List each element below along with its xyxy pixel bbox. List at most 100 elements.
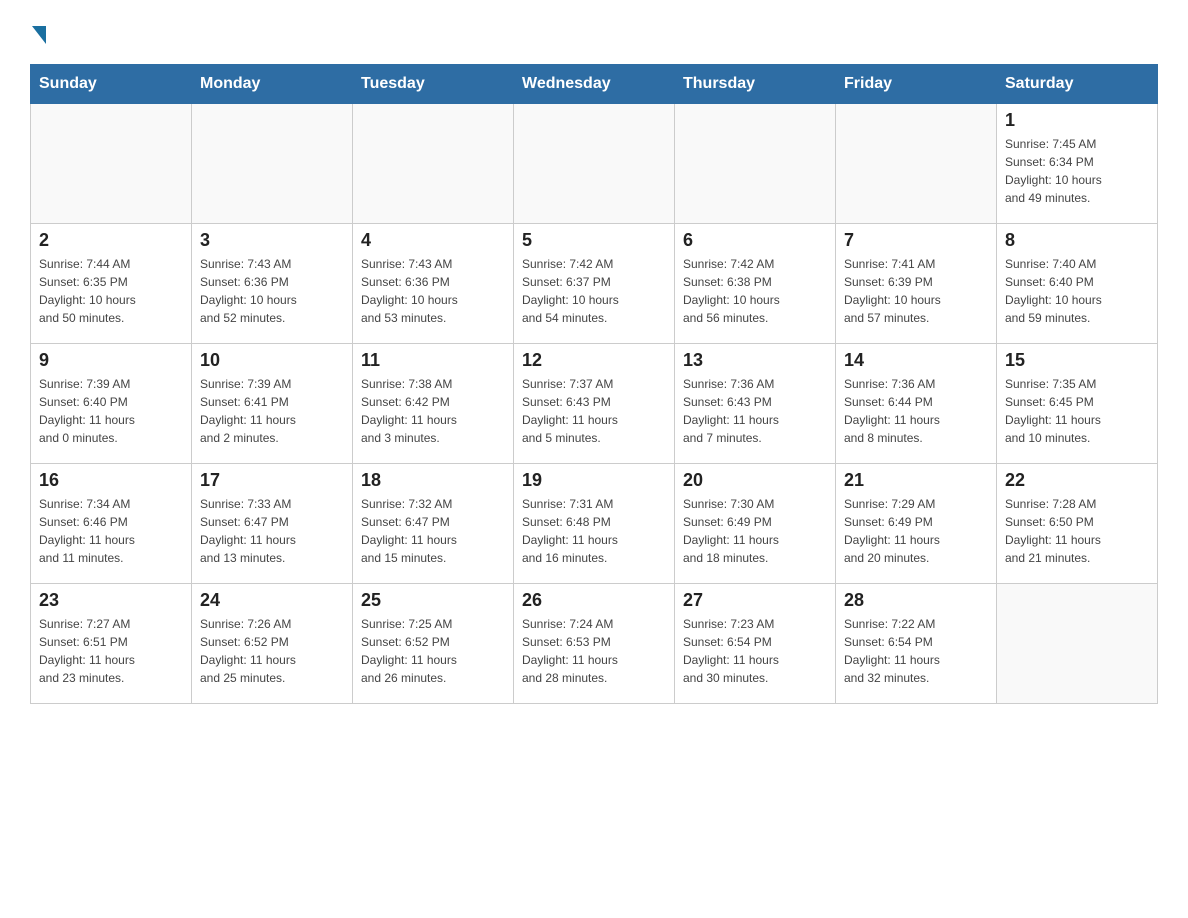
day-number: 25	[361, 590, 505, 611]
day-number: 17	[200, 470, 344, 491]
day-number: 1	[1005, 110, 1149, 131]
logo	[30, 20, 46, 44]
calendar-cell: 28 Sunrise: 7:22 AM Sunset: 6:54 PM Dayli…	[836, 584, 997, 704]
day-number: 27	[683, 590, 827, 611]
calendar-cell: 4 Sunrise: 7:43 AM Sunset: 6:36 PM Daylig…	[353, 224, 514, 344]
calendar-cell: 16 Sunrise: 7:34 AM Sunset: 6:46 PM Dayli…	[31, 464, 192, 584]
day-number: 13	[683, 350, 827, 371]
calendar-cell	[31, 104, 192, 224]
day-number: 28	[844, 590, 988, 611]
calendar-cell: 13 Sunrise: 7:36 AM Sunset: 6:43 PM Dayli…	[675, 344, 836, 464]
day-number: 12	[522, 350, 666, 371]
day-info: Sunrise: 7:35 AM Sunset: 6:45 PM Dayligh…	[1005, 375, 1149, 447]
weekday-header-saturday: Saturday	[997, 65, 1158, 104]
calendar-cell: 10 Sunrise: 7:39 AM Sunset: 6:41 PM Dayli…	[192, 344, 353, 464]
calendar-week-3: 9 Sunrise: 7:39 AM Sunset: 6:40 PM Daylig…	[31, 344, 1158, 464]
calendar-week-4: 16 Sunrise: 7:34 AM Sunset: 6:46 PM Dayli…	[31, 464, 1158, 584]
day-number: 16	[39, 470, 183, 491]
day-number: 18	[361, 470, 505, 491]
day-number: 5	[522, 230, 666, 251]
day-number: 3	[200, 230, 344, 251]
calendar-cell: 1 Sunrise: 7:45 AM Sunset: 6:34 PM Daylig…	[997, 104, 1158, 224]
day-info: Sunrise: 7:42 AM Sunset: 6:37 PM Dayligh…	[522, 255, 666, 327]
calendar-cell: 3 Sunrise: 7:43 AM Sunset: 6:36 PM Daylig…	[192, 224, 353, 344]
calendar-cell: 23Sunrise: 7:27 AM Sunset: 6:51 PM Dayli…	[31, 584, 192, 704]
calendar-cell: 9 Sunrise: 7:39 AM Sunset: 6:40 PM Daylig…	[31, 344, 192, 464]
calendar-cell: 21 Sunrise: 7:29 AM Sunset: 6:49 PM Dayli…	[836, 464, 997, 584]
weekday-header-row: SundayMondayTuesdayWednesdayThursdayFrid…	[31, 65, 1158, 104]
day-info: Sunrise: 7:34 AM Sunset: 6:46 PM Dayligh…	[39, 495, 183, 567]
day-info: Sunrise: 7:45 AM Sunset: 6:34 PM Dayligh…	[1005, 135, 1149, 207]
day-info: Sunrise: 7:36 AM Sunset: 6:43 PM Dayligh…	[683, 375, 827, 447]
calendar-cell: 24Sunrise: 7:26 AM Sunset: 6:52 PM Dayli…	[192, 584, 353, 704]
day-info: Sunrise: 7:23 AM Sunset: 6:54 PM Dayligh…	[683, 615, 827, 687]
calendar-cell	[353, 104, 514, 224]
day-number: 9	[39, 350, 183, 371]
calendar-cell: 2Sunrise: 7:44 AM Sunset: 6:35 PM Daylig…	[31, 224, 192, 344]
day-number: 7	[844, 230, 988, 251]
calendar-cell	[675, 104, 836, 224]
day-info: Sunrise: 7:25 AM Sunset: 6:52 PM Dayligh…	[361, 615, 505, 687]
day-info: Sunrise: 7:37 AM Sunset: 6:43 PM Dayligh…	[522, 375, 666, 447]
day-number: 15	[1005, 350, 1149, 371]
day-info: Sunrise: 7:24 AM Sunset: 6:53 PM Dayligh…	[522, 615, 666, 687]
logo-arrow-icon	[32, 26, 46, 44]
calendar-cell	[836, 104, 997, 224]
day-number: 11	[361, 350, 505, 371]
day-info: Sunrise: 7:39 AM Sunset: 6:40 PM Dayligh…	[39, 375, 183, 447]
calendar-cell: 6Sunrise: 7:42 AM Sunset: 6:38 PM Daylig…	[675, 224, 836, 344]
day-number: 22	[1005, 470, 1149, 491]
calendar-cell	[514, 104, 675, 224]
day-info: Sunrise: 7:36 AM Sunset: 6:44 PM Dayligh…	[844, 375, 988, 447]
calendar-cell: 19Sunrise: 7:31 AM Sunset: 6:48 PM Dayli…	[514, 464, 675, 584]
day-info: Sunrise: 7:29 AM Sunset: 6:49 PM Dayligh…	[844, 495, 988, 567]
day-info: Sunrise: 7:32 AM Sunset: 6:47 PM Dayligh…	[361, 495, 505, 567]
weekday-header-tuesday: Tuesday	[353, 65, 514, 104]
day-number: 21	[844, 470, 988, 491]
day-info: Sunrise: 7:42 AM Sunset: 6:38 PM Dayligh…	[683, 255, 827, 327]
day-number: 4	[361, 230, 505, 251]
calendar-cell: 12 Sunrise: 7:37 AM Sunset: 6:43 PM Dayli…	[514, 344, 675, 464]
day-number: 2	[39, 230, 183, 251]
calendar-cell: 25 Sunrise: 7:25 AM Sunset: 6:52 PM Dayli…	[353, 584, 514, 704]
calendar-cell: 8Sunrise: 7:40 AM Sunset: 6:40 PM Daylig…	[997, 224, 1158, 344]
calendar-week-2: 2Sunrise: 7:44 AM Sunset: 6:35 PM Daylig…	[31, 224, 1158, 344]
day-number: 8	[1005, 230, 1149, 251]
weekday-header-thursday: Thursday	[675, 65, 836, 104]
day-info: Sunrise: 7:43 AM Sunset: 6:36 PM Dayligh…	[200, 255, 344, 327]
calendar-cell: 18 Sunrise: 7:32 AM Sunset: 6:47 PM Dayli…	[353, 464, 514, 584]
day-info: Sunrise: 7:41 AM Sunset: 6:39 PM Dayligh…	[844, 255, 988, 327]
weekday-header-sunday: Sunday	[31, 65, 192, 104]
day-info: Sunrise: 7:28 AM Sunset: 6:50 PM Dayligh…	[1005, 495, 1149, 567]
calendar-cell: 14 Sunrise: 7:36 AM Sunset: 6:44 PM Dayli…	[836, 344, 997, 464]
day-number: 10	[200, 350, 344, 371]
calendar-cell: 20 Sunrise: 7:30 AM Sunset: 6:49 PM Dayli…	[675, 464, 836, 584]
calendar-cell: 26 Sunrise: 7:24 AM Sunset: 6:53 PM Dayli…	[514, 584, 675, 704]
day-info: Sunrise: 7:43 AM Sunset: 6:36 PM Dayligh…	[361, 255, 505, 327]
weekday-header-friday: Friday	[836, 65, 997, 104]
day-info: Sunrise: 7:30 AM Sunset: 6:49 PM Dayligh…	[683, 495, 827, 567]
calendar-cell: 27 Sunrise: 7:23 AM Sunset: 6:54 PM Dayli…	[675, 584, 836, 704]
calendar-cell: 22 Sunrise: 7:28 AM Sunset: 6:50 PM Dayli…	[997, 464, 1158, 584]
day-number: 20	[683, 470, 827, 491]
day-info: Sunrise: 7:27 AM Sunset: 6:51 PM Dayligh…	[39, 615, 183, 687]
day-info: Sunrise: 7:39 AM Sunset: 6:41 PM Dayligh…	[200, 375, 344, 447]
calendar-cell: 15 Sunrise: 7:35 AM Sunset: 6:45 PM Dayli…	[997, 344, 1158, 464]
page-header	[30, 20, 1158, 44]
day-number: 14	[844, 350, 988, 371]
weekday-header-monday: Monday	[192, 65, 353, 104]
day-number: 24	[200, 590, 344, 611]
day-number: 26	[522, 590, 666, 611]
day-info: Sunrise: 7:31 AM Sunset: 6:48 PM Dayligh…	[522, 495, 666, 567]
weekday-header-wednesday: Wednesday	[514, 65, 675, 104]
day-info: Sunrise: 7:22 AM Sunset: 6:54 PM Dayligh…	[844, 615, 988, 687]
calendar-cell	[997, 584, 1158, 704]
day-info: Sunrise: 7:38 AM Sunset: 6:42 PM Dayligh…	[361, 375, 505, 447]
calendar-cell: 7 Sunrise: 7:41 AM Sunset: 6:39 PM Daylig…	[836, 224, 997, 344]
calendar-body: 1 Sunrise: 7:45 AM Sunset: 6:34 PM Daylig…	[31, 104, 1158, 704]
calendar-cell: 5 Sunrise: 7:42 AM Sunset: 6:37 PM Daylig…	[514, 224, 675, 344]
calendar-table: SundayMondayTuesdayWednesdayThursdayFrid…	[30, 64, 1158, 704]
day-info: Sunrise: 7:33 AM Sunset: 6:47 PM Dayligh…	[200, 495, 344, 567]
calendar-cell	[192, 104, 353, 224]
calendar-week-5: 23Sunrise: 7:27 AM Sunset: 6:51 PM Dayli…	[31, 584, 1158, 704]
